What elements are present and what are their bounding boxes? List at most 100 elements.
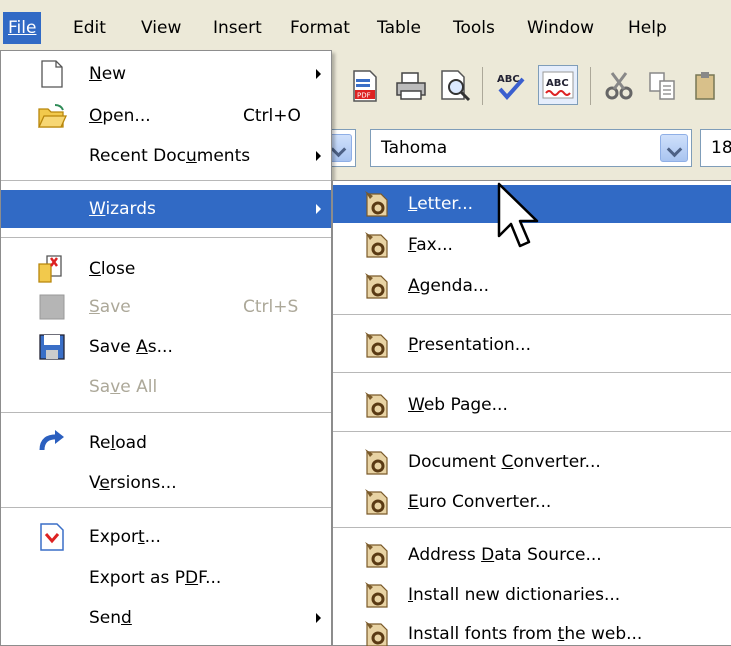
wizard-icon bbox=[365, 232, 388, 258]
menu-separator bbox=[1, 507, 331, 508]
wizards-item-install-fonts[interactable]: Install fonts from the web... bbox=[333, 615, 731, 646]
export-icon bbox=[40, 523, 64, 551]
file-menu-save-label: Save bbox=[89, 297, 131, 317]
wizards-euro-converter-label: Euro Converter... bbox=[408, 492, 552, 512]
file-menu-item-close[interactable]: Close bbox=[1, 250, 331, 288]
menu-separator bbox=[1, 237, 331, 238]
wizards-web-page-label: Web Page... bbox=[408, 395, 508, 415]
save-icon bbox=[39, 294, 65, 320]
file-menu-item-versions[interactable]: Versions... bbox=[1, 464, 331, 502]
menu-separator bbox=[333, 314, 731, 315]
autospellcheck-icon: ABC bbox=[542, 71, 574, 99]
wizards-item-web-page[interactable]: Web Page... bbox=[333, 386, 731, 424]
file-menu-open-label: Open... bbox=[89, 106, 151, 126]
wizard-icon bbox=[365, 392, 388, 418]
file-menu-new-label: New bbox=[89, 64, 127, 84]
menu-separator bbox=[333, 527, 731, 528]
menu-tools-label: Tools bbox=[453, 18, 495, 38]
wizards-letter-label: Letter... bbox=[408, 194, 474, 214]
menu-help[interactable]: Help bbox=[623, 12, 672, 44]
menu-file[interactable]: File bbox=[3, 12, 42, 44]
file-menu: New Open... Ctrl+O Recent Documents Wiza… bbox=[0, 50, 332, 646]
font-size-value: 18 bbox=[711, 138, 731, 158]
wizard-icon bbox=[365, 449, 388, 475]
wizard-icon bbox=[365, 489, 388, 515]
menu-edit[interactable]: Edit bbox=[68, 12, 111, 44]
wizards-item-install-dictionaries[interactable]: Install new dictionaries... bbox=[333, 576, 731, 614]
menu-insert-label: Insert bbox=[213, 18, 262, 38]
mouse-pointer-icon bbox=[497, 182, 539, 248]
cut-icon[interactable] bbox=[602, 69, 636, 103]
menu-view-label: View bbox=[141, 18, 182, 38]
wizards-document-converter-label: Document Converter... bbox=[408, 452, 601, 472]
export-pdf-icon[interactable]: PDF bbox=[348, 69, 382, 103]
reload-icon bbox=[39, 430, 64, 451]
file-menu-item-save-all[interactable]: Save All bbox=[1, 368, 331, 406]
open-folder-icon bbox=[37, 104, 67, 128]
wizards-presentation-label: Presentation... bbox=[408, 335, 531, 355]
file-menu-item-recent-documents[interactable]: Recent Documents bbox=[1, 137, 331, 175]
copy-icon[interactable] bbox=[646, 69, 680, 103]
wizard-icon bbox=[365, 582, 388, 608]
shortcut-label: Ctrl+O bbox=[243, 106, 301, 126]
file-menu-recent-label: Recent Documents bbox=[89, 146, 251, 166]
toolbar-separator bbox=[590, 67, 591, 105]
save-as-icon bbox=[39, 334, 65, 360]
wizards-agenda-label: Agenda... bbox=[408, 276, 490, 296]
menu-table-label: Table bbox=[377, 18, 421, 38]
file-menu-item-export-pdf[interactable]: Export as PDF... bbox=[1, 559, 331, 597]
menu-file-label: File bbox=[8, 18, 37, 38]
standard-toolbar: PDF ABC ABC bbox=[330, 55, 731, 117]
menu-tools[interactable]: Tools bbox=[448, 12, 500, 44]
chevron-down-icon[interactable] bbox=[660, 134, 688, 162]
wizards-item-address-data-source[interactable]: Address Data Source... bbox=[333, 536, 731, 574]
file-menu-item-save-as[interactable]: Save As... bbox=[1, 328, 331, 366]
wizard-icon bbox=[365, 621, 388, 646]
wizards-fax-label: Fax... bbox=[408, 235, 453, 255]
svg-text:ABC: ABC bbox=[546, 78, 569, 89]
submenu-arrow-icon bbox=[316, 151, 321, 161]
menu-separator bbox=[1, 412, 331, 413]
menu-window[interactable]: Window bbox=[522, 12, 599, 44]
wizards-item-agenda[interactable]: Agenda... bbox=[333, 267, 731, 305]
wizards-item-document-converter[interactable]: Document Converter... bbox=[333, 443, 731, 481]
wizards-item-presentation[interactable]: Presentation... bbox=[333, 326, 731, 364]
file-menu-export-label: Export... bbox=[89, 527, 161, 547]
file-menu-item-new[interactable]: New bbox=[1, 55, 331, 93]
autospellcheck-button[interactable]: ABC bbox=[538, 65, 578, 105]
menu-edit-label: Edit bbox=[73, 18, 106, 38]
menu-insert[interactable]: Insert bbox=[208, 12, 267, 44]
file-menu-export-pdf-label: Export as PDF... bbox=[89, 568, 222, 588]
font-size-combo[interactable]: 18 bbox=[700, 129, 731, 167]
menu-format[interactable]: Format bbox=[285, 12, 355, 44]
page-preview-icon[interactable] bbox=[438, 69, 472, 103]
wizards-item-euro-converter[interactable]: Euro Converter... bbox=[333, 483, 731, 521]
shortcut-label: Ctrl+S bbox=[243, 297, 299, 317]
menu-separator bbox=[333, 431, 731, 432]
file-menu-item-reload[interactable]: Reload bbox=[1, 424, 331, 462]
close-document-icon bbox=[38, 255, 62, 283]
file-menu-item-open[interactable]: Open... Ctrl+O bbox=[1, 97, 331, 135]
menu-table[interactable]: Table bbox=[372, 12, 426, 44]
formatting-toolbar: Tahoma 18 bbox=[324, 117, 731, 179]
file-menu-send-label: Send bbox=[89, 608, 132, 628]
wizard-icon bbox=[365, 542, 388, 568]
svg-text:ABC: ABC bbox=[497, 74, 520, 85]
file-menu-item-send[interactable]: Send bbox=[1, 599, 331, 637]
svg-text:PDF: PDF bbox=[357, 92, 371, 100]
font-name-value: Tahoma bbox=[381, 138, 448, 158]
file-menu-item-save[interactable]: Save Ctrl+S bbox=[1, 288, 331, 326]
wizards-address-data-source-label: Address Data Source... bbox=[408, 545, 602, 565]
menu-separator bbox=[1, 180, 331, 181]
font-name-combo[interactable]: Tahoma bbox=[370, 129, 692, 167]
submenu-arrow-icon bbox=[316, 204, 321, 214]
paste-icon[interactable] bbox=[692, 69, 726, 103]
file-menu-item-wizards[interactable]: Wizards bbox=[1, 190, 331, 228]
wizard-icon bbox=[365, 273, 388, 299]
menu-view[interactable]: View bbox=[136, 12, 186, 44]
spellcheck-icon[interactable]: ABC bbox=[494, 69, 528, 103]
file-menu-item-export[interactable]: Export... bbox=[1, 518, 331, 556]
submenu-arrow-icon bbox=[316, 613, 321, 623]
print-icon[interactable] bbox=[394, 69, 428, 103]
file-menu-wizards-label: Wizards bbox=[89, 199, 156, 219]
